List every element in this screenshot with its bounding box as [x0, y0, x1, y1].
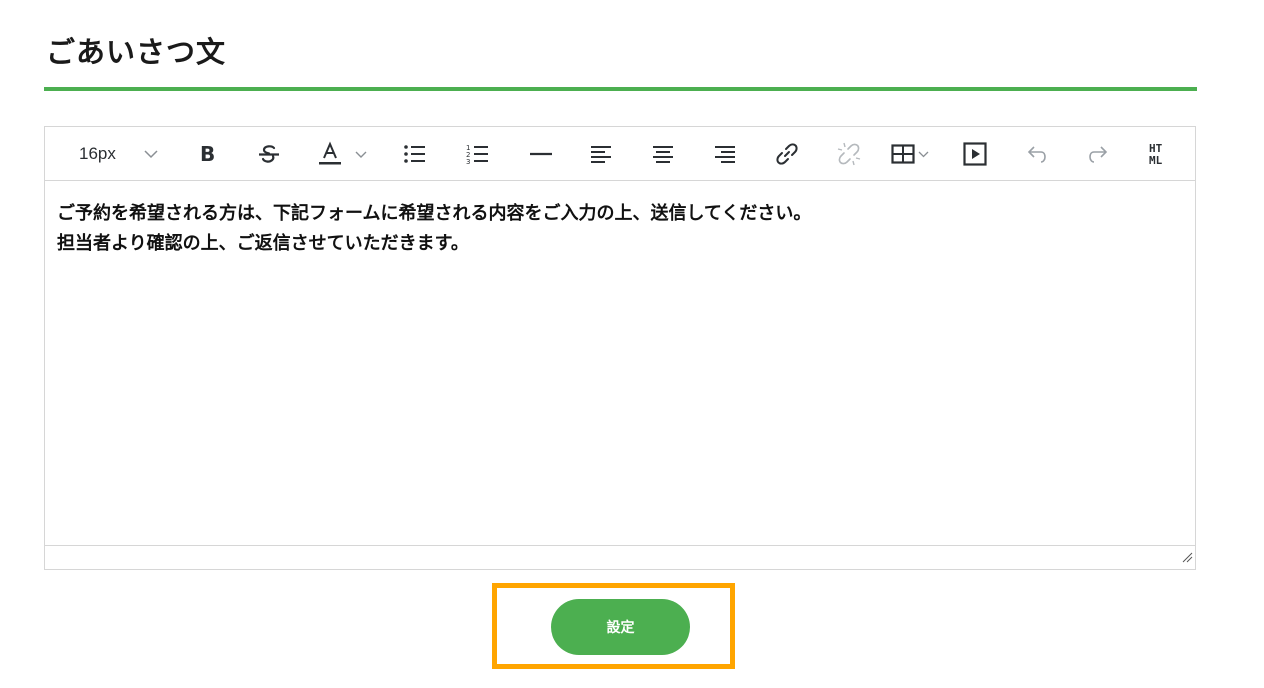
- undo-icon: [1025, 143, 1047, 165]
- bold-button[interactable]: B: [195, 140, 221, 168]
- page-title: ごあいさつ文: [46, 35, 227, 69]
- play-icon: [963, 142, 987, 166]
- unlink-button[interactable]: [835, 140, 863, 168]
- align-right-icon: [714, 144, 736, 164]
- undo-button[interactable]: [1023, 140, 1049, 168]
- rich-text-editor: 16px B 1 2 3 HT ML ご予約を希望される方は、下記フォームに希望…: [44, 126, 1196, 570]
- save-button[interactable]: 設定: [551, 599, 690, 655]
- font-size-value: 16px: [79, 144, 116, 163]
- svg-text:3: 3: [466, 158, 470, 165]
- horizontal-rule-button[interactable]: [528, 140, 554, 168]
- unlink-icon: [836, 141, 862, 167]
- editor-statusbar: [45, 545, 1195, 569]
- resize-handle-icon[interactable]: [1181, 548, 1193, 567]
- title-divider: [44, 87, 1197, 91]
- text-color-button[interactable]: [317, 140, 377, 168]
- align-center-button[interactable]: [650, 140, 676, 168]
- bold-icon: B: [199, 144, 217, 164]
- numbered-list-icon: 1 2 3: [466, 143, 490, 165]
- content-line-1: ご予約を希望される方は、下記フォームに希望される内容をご入力の上、送信してくださ…: [57, 203, 812, 224]
- text-color-icon: [317, 141, 343, 167]
- bullet-list-button[interactable]: [402, 140, 428, 168]
- align-left-icon: [590, 144, 612, 164]
- html-button[interactable]: HT ML: [1146, 140, 1176, 168]
- numbered-list-button[interactable]: 1 2 3: [465, 140, 491, 168]
- bullet-list-icon: [403, 144, 427, 164]
- chevron-down-icon: [144, 149, 158, 159]
- redo-button[interactable]: [1086, 140, 1112, 168]
- svg-text:B: B: [200, 144, 215, 164]
- font-size-select[interactable]: 16px: [75, 140, 175, 168]
- video-button[interactable]: [962, 140, 988, 168]
- editor-content[interactable]: ご予約を希望される方は、下記フォームに希望される内容をご入力の上、送信してくださ…: [57, 199, 1183, 259]
- strikethrough-button[interactable]: [256, 140, 282, 168]
- link-icon: [775, 142, 799, 166]
- table-icon: [891, 144, 915, 164]
- redo-icon: [1088, 143, 1110, 165]
- html-icon: HT ML: [1147, 141, 1175, 167]
- align-left-button[interactable]: [588, 140, 614, 168]
- link-button[interactable]: [773, 140, 801, 168]
- strikethrough-icon: [258, 143, 280, 165]
- chevron-down-icon: [355, 150, 367, 159]
- content-line-2: 担当者より確認の上、ご返信させていただきます。: [57, 233, 469, 254]
- editor-toolbar: 16px B 1 2 3 HT ML: [45, 127, 1195, 181]
- align-right-button[interactable]: [712, 140, 738, 168]
- table-button[interactable]: [891, 140, 939, 168]
- align-center-icon: [652, 144, 674, 164]
- horizontal-rule-icon: [529, 151, 553, 157]
- svg-text:ML: ML: [1149, 154, 1163, 167]
- chevron-down-icon: [918, 150, 929, 158]
